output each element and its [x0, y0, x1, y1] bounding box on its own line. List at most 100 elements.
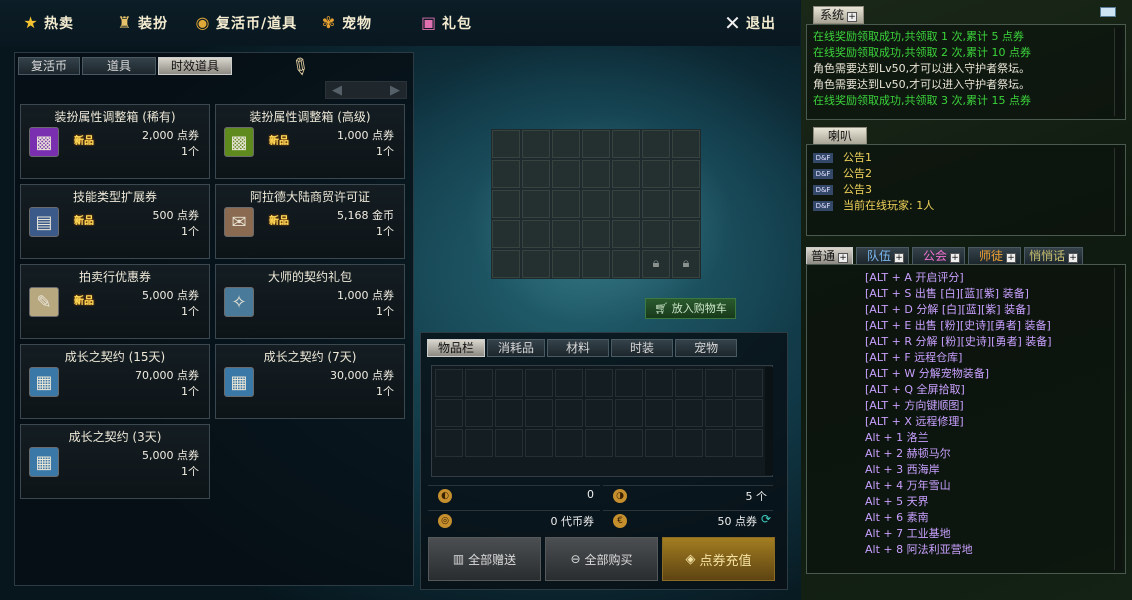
tab-mentor[interactable]: 师徒 +	[968, 247, 1022, 265]
preview-slot[interactable]	[522, 220, 550, 248]
preview-slot[interactable]	[522, 160, 550, 188]
inventory-slot[interactable]	[435, 399, 463, 427]
inventory-slot[interactable]	[465, 369, 493, 397]
tab-materials[interactable]: 材料	[547, 339, 610, 357]
preview-slot[interactable]	[492, 220, 520, 248]
inventory-slot[interactable]	[615, 369, 643, 397]
tab-whisper[interactable]: 悄悄话 +	[1024, 247, 1084, 265]
inventory-slot[interactable]	[435, 369, 463, 397]
inventory-slot[interactable]	[615, 429, 643, 457]
menu-hot[interactable]: ★ 热卖	[22, 13, 74, 33]
refresh-icon[interactable]: ⟳	[761, 512, 771, 526]
tab-fashion[interactable]: 时装	[611, 339, 674, 357]
locked-slot[interactable]: 🔒︎	[642, 250, 670, 278]
tab-team[interactable]: 队伍 +	[856, 247, 910, 265]
inventory-slot[interactable]	[675, 369, 703, 397]
scroll-icon[interactable]: ▤	[29, 207, 59, 237]
inventory-slot[interactable]	[735, 399, 763, 427]
locked-slot[interactable]: 🔒︎	[672, 250, 700, 278]
menu-gift[interactable]: ▣ 礼包	[420, 13, 472, 33]
preview-slot[interactable]	[642, 220, 670, 248]
horn-scrollbar[interactable]	[1114, 148, 1122, 232]
preview-slot[interactable]	[582, 250, 610, 278]
purple-box-icon[interactable]: ▩	[29, 127, 59, 157]
inventory-slot[interactable]	[525, 429, 553, 457]
add-to-cart-button[interactable]: 🛒︎ 放入购物车	[645, 298, 736, 319]
inventory-slot[interactable]	[465, 399, 493, 427]
inventory-slot[interactable]	[705, 429, 733, 457]
tab-inventory[interactable]: 物品栏	[427, 339, 486, 357]
tab-horn[interactable]: 喇叭	[813, 127, 868, 145]
chat-scrollbar[interactable]	[1114, 268, 1122, 570]
expand-icon[interactable]: +	[1006, 253, 1017, 263]
menu-pet[interactable]: ✾ 宠物	[320, 13, 372, 33]
preview-slot[interactable]	[612, 250, 640, 278]
inventory-slot[interactable]	[525, 399, 553, 427]
preview-slot[interactable]	[552, 130, 580, 158]
preview-slot[interactable]	[672, 130, 700, 158]
preview-slot[interactable]	[552, 160, 580, 188]
menu-currency[interactable]: ◉ 复活币/道具	[194, 13, 297, 33]
preview-slot[interactable]	[492, 250, 520, 278]
shop-item-card[interactable]: 成长之契约 (15天) ▦ 70,000 点券 1个	[20, 344, 210, 419]
inventory-slot[interactable]	[495, 429, 523, 457]
preview-slot[interactable]	[552, 190, 580, 218]
contract-icon[interactable]: ▦	[29, 367, 59, 397]
preview-slot[interactable]	[672, 220, 700, 248]
inventory-slot[interactable]	[615, 399, 643, 427]
preview-slot[interactable]	[672, 160, 700, 188]
contract-icon[interactable]: ▦	[224, 367, 254, 397]
inventory-slot[interactable]	[585, 429, 613, 457]
tab-pets[interactable]: 宠物	[675, 339, 738, 357]
preview-slot[interactable]	[612, 220, 640, 248]
gift-all-button[interactable]: ▥ 全部赠送	[428, 537, 541, 581]
inventory-slot[interactable]	[495, 399, 523, 427]
expand-icon[interactable]: +	[1068, 253, 1079, 263]
preview-slot[interactable]	[522, 250, 550, 278]
inventory-slot[interactable]	[585, 399, 613, 427]
tab-items[interactable]: 道具	[82, 57, 157, 75]
permit-icon[interactable]: ✉	[224, 207, 254, 237]
inventory-slot[interactable]	[585, 369, 613, 397]
tab-consumables[interactable]: 消耗品	[487, 339, 546, 357]
preview-slot[interactable]	[522, 130, 550, 158]
expand-icon[interactable]: +	[838, 253, 849, 263]
shop-item-card[interactable]: 阿拉德大陆商贸许可证 ✉ 新品 5,168 金币 1个	[215, 184, 405, 259]
shop-item-card[interactable]: 技能类型扩展券 ▤ 新品 500 点券 1个	[20, 184, 210, 259]
next-page-icon[interactable]: ▶	[390, 83, 400, 98]
inventory-slot[interactable]	[555, 369, 583, 397]
preview-slot[interactable]	[582, 220, 610, 248]
inventory-slot[interactable]	[675, 429, 703, 457]
inventory-slot[interactable]	[645, 429, 673, 457]
inventory-slot[interactable]	[705, 369, 733, 397]
preview-slot[interactable]	[492, 160, 520, 188]
preview-slot[interactable]	[642, 160, 670, 188]
window-toggle-icon[interactable]	[1100, 7, 1116, 17]
preview-slot[interactable]	[492, 130, 520, 158]
system-scrollbar[interactable]	[1114, 28, 1122, 116]
expand-icon[interactable]: +	[950, 253, 961, 263]
inventory-slot[interactable]	[645, 369, 673, 397]
shop-item-card[interactable]: 大师的契约礼包 ✧ 1,000 点券 1个	[215, 264, 405, 339]
shop-item-card[interactable]: 成长之契约 (7天) ▦ 30,000 点券 1个	[215, 344, 405, 419]
preview-slot[interactable]	[552, 220, 580, 248]
coupon-icon[interactable]: ✎	[29, 287, 59, 317]
inventory-scrollbar[interactable]	[765, 367, 773, 475]
tab-normal[interactable]: 普通 +	[806, 247, 854, 265]
contract-pack-icon[interactable]: ✧	[224, 287, 254, 317]
inventory-slot[interactable]	[735, 369, 763, 397]
tab-guild[interactable]: 公会 +	[912, 247, 966, 265]
green-box-icon[interactable]: ▩	[224, 127, 254, 157]
inventory-slot[interactable]	[555, 429, 583, 457]
preview-slot[interactable]	[612, 160, 640, 188]
preview-slot[interactable]	[642, 190, 670, 218]
menu-costume[interactable]: ♜ 装扮	[116, 13, 168, 33]
inventory-slot[interactable]	[555, 399, 583, 427]
tab-timed-items[interactable]: 时效道具	[158, 57, 233, 75]
expand-icon[interactable]: +	[847, 12, 858, 22]
shop-item-card[interactable]: 装扮属性调整箱 (高级) ▩ 新品 1,000 点券 1个	[215, 104, 405, 179]
tab-system[interactable]: 系统 +	[813, 6, 865, 24]
preview-slot[interactable]	[672, 190, 700, 218]
preview-slot[interactable]	[522, 190, 550, 218]
expand-icon[interactable]: +	[894, 253, 905, 263]
